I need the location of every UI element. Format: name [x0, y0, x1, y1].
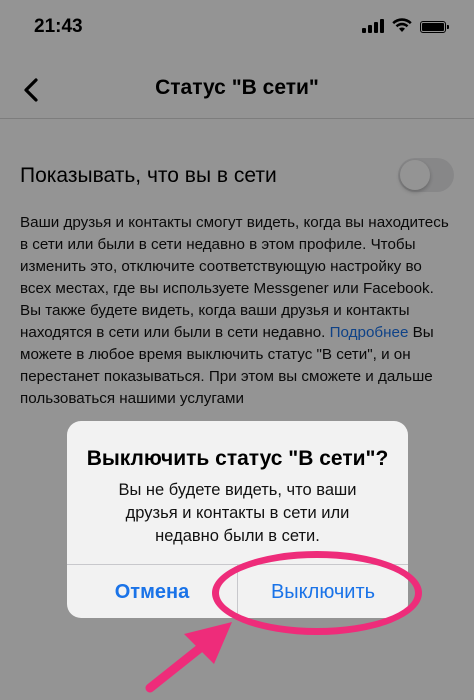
dialog-title: Выключить статус "В сети"? — [86, 447, 389, 470]
dialog-message: Вы не будете видеть, что ваши друзья и к… — [118, 481, 357, 545]
highlight-ring-annotation — [212, 551, 422, 635]
